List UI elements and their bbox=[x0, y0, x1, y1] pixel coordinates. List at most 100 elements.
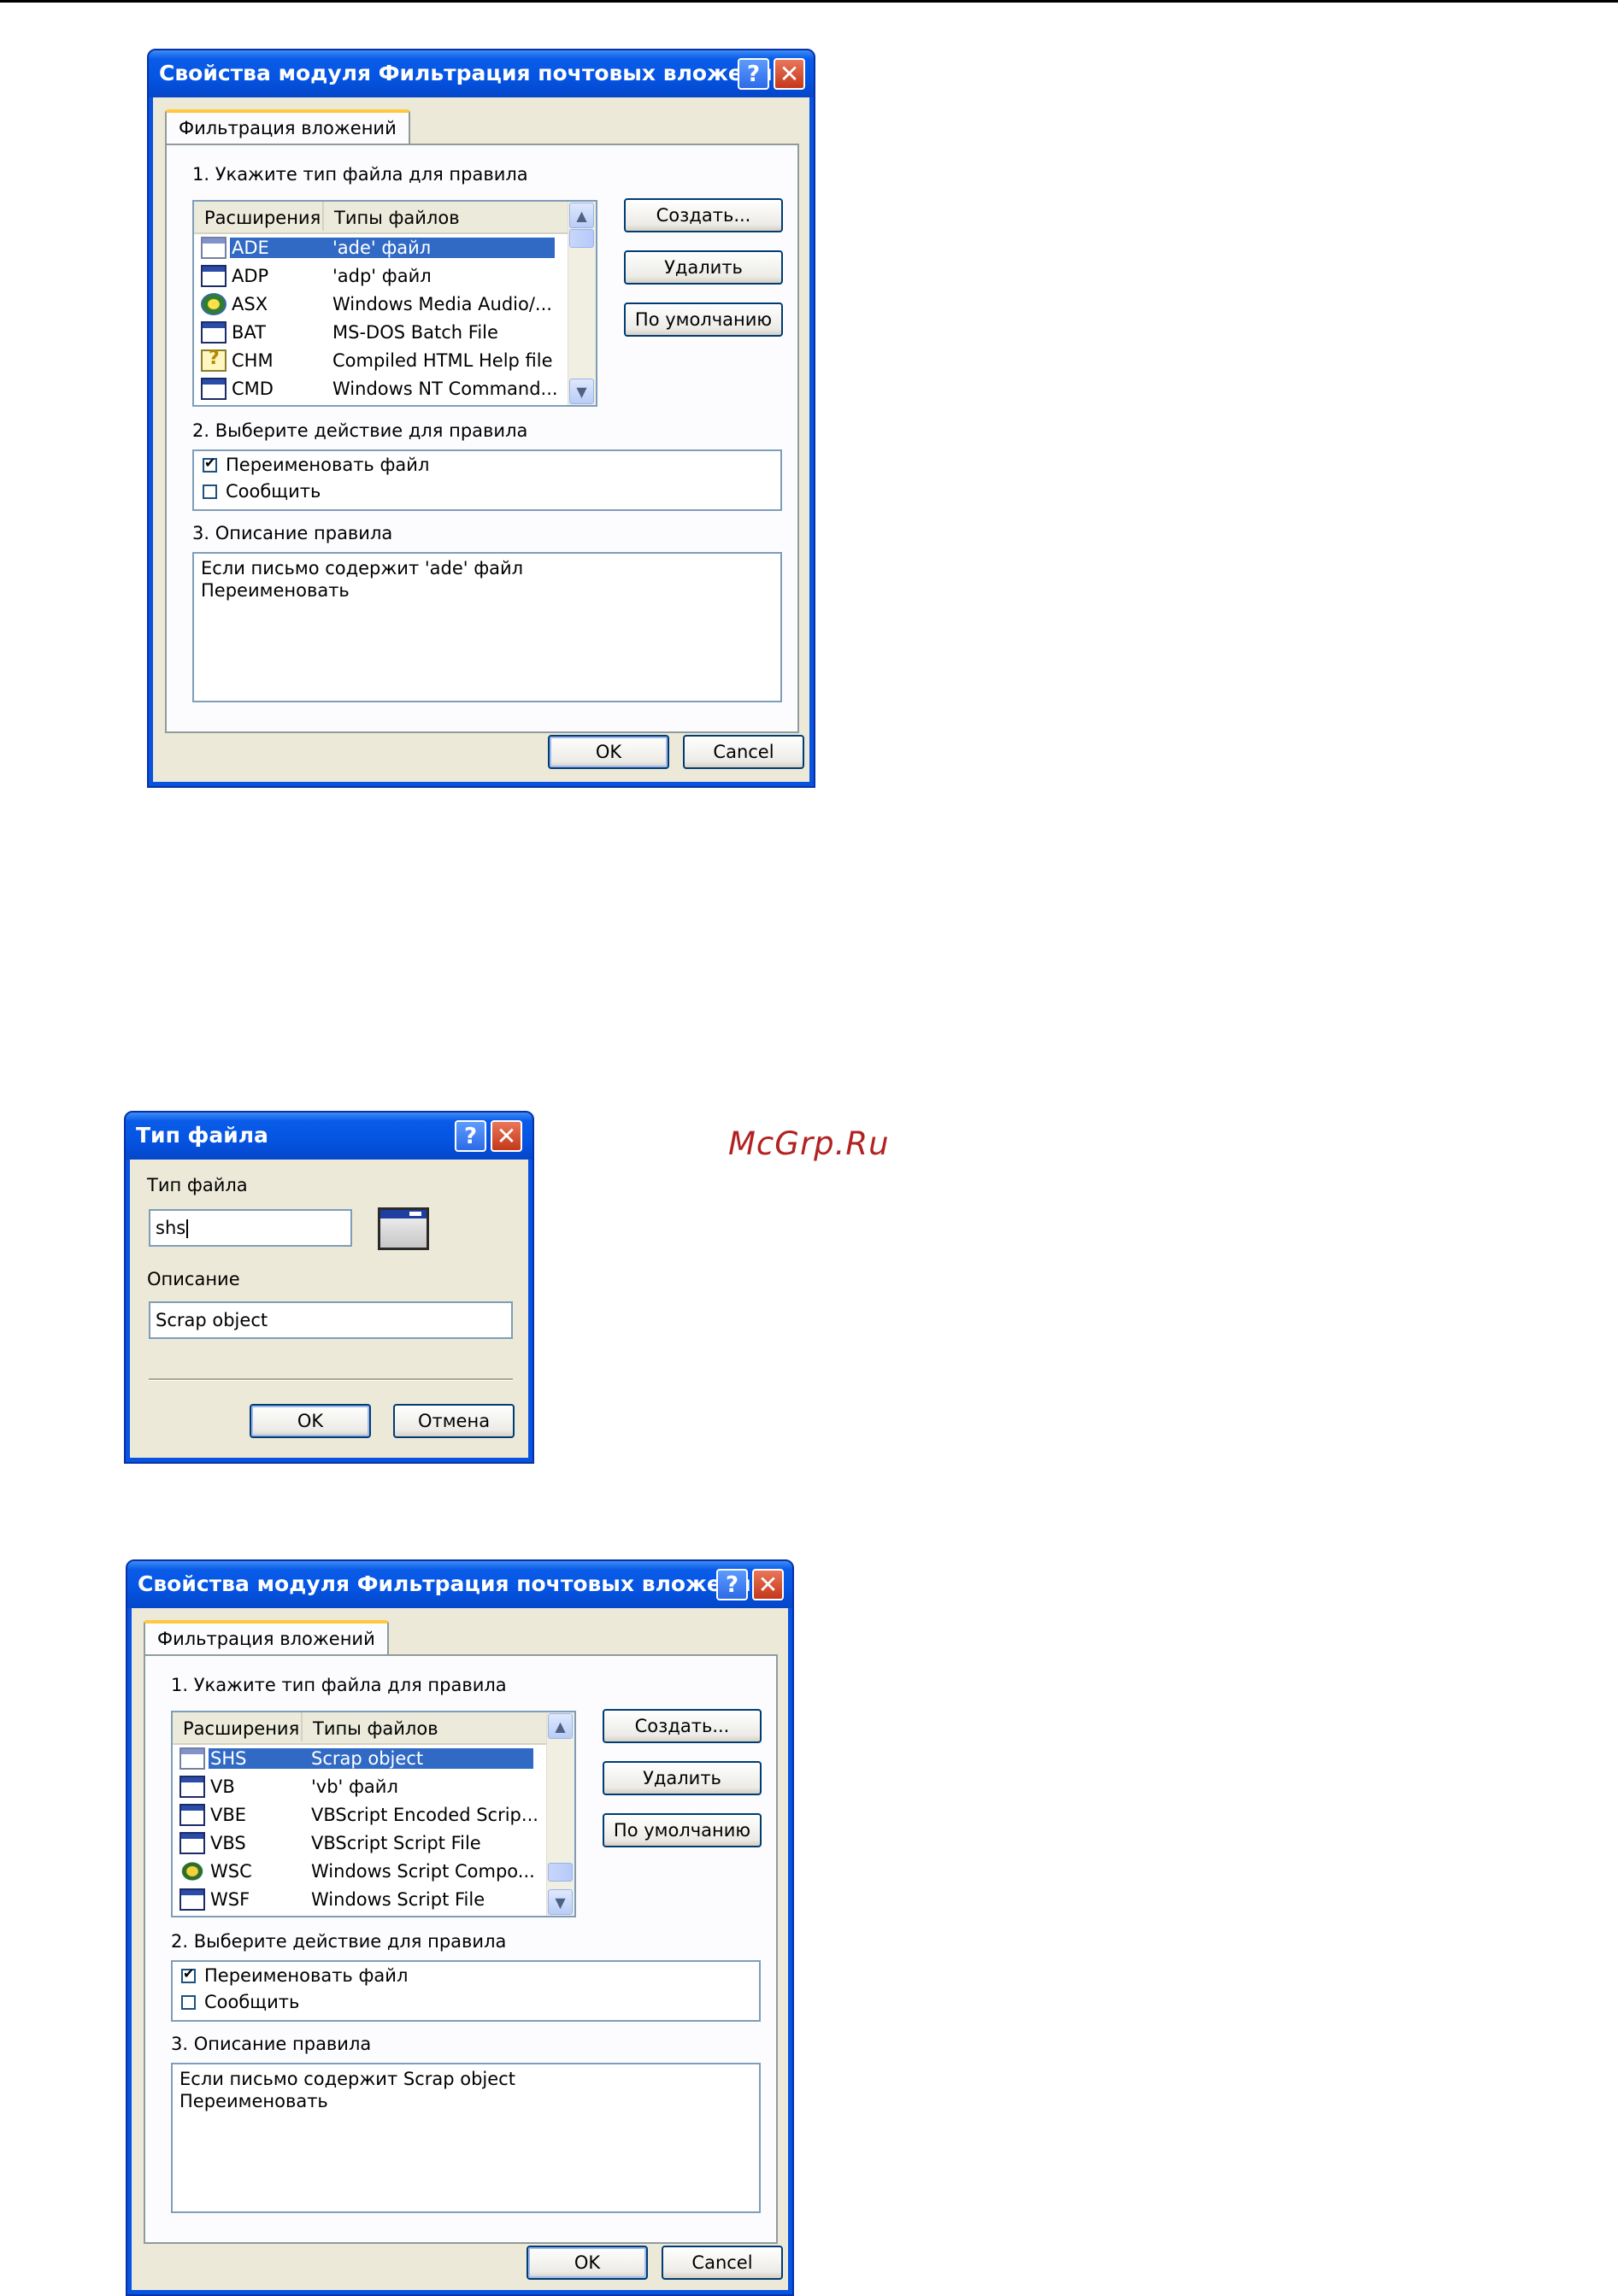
rename-file-checkbox[interactable]: Переименовать файл bbox=[203, 455, 429, 475]
description-line: Если письмо содержит 'ade' файл bbox=[201, 558, 524, 578]
dialog-body: Фильтрация вложений 1. Укажите тип файла… bbox=[132, 1608, 788, 2290]
cancel-button[interactable]: Cancel bbox=[683, 735, 804, 769]
delete-button[interactable]: Удалить bbox=[624, 250, 783, 285]
window-icon bbox=[179, 1888, 205, 1911]
ok-button[interactable]: OK bbox=[548, 735, 669, 769]
dialog-title: Свойства модуля Фильтрация почтовых влож… bbox=[138, 1571, 767, 1596]
scroll-thumb[interactable] bbox=[569, 229, 594, 248]
column-header-file-types[interactable]: Типы файлов bbox=[303, 1712, 550, 1741]
list-item[interactable]: CMD Windows NT Command... bbox=[201, 374, 558, 402]
cancel-button[interactable]: Отмена bbox=[393, 1404, 515, 1438]
title-bar[interactable]: Тип файла ? ✕ bbox=[126, 1113, 532, 1160]
checkbox-unchecked-icon bbox=[203, 484, 217, 499]
default-button[interactable]: По умолчанию bbox=[624, 302, 783, 337]
media-player-icon bbox=[201, 292, 227, 315]
window-icon bbox=[179, 1775, 205, 1798]
close-button[interactable]: ✕ bbox=[752, 1569, 784, 1600]
file-type-input[interactable]: shs bbox=[149, 1209, 352, 1247]
properties-dialog-2: Свойства модуля Фильтрация почтовых влож… bbox=[126, 1559, 794, 2296]
dialog-title: Свойства модуля Фильтрация почтовых влож… bbox=[159, 61, 788, 85]
list-item[interactable]: WSC Windows Script Compo... bbox=[179, 1857, 535, 1885]
description-input[interactable]: Scrap object bbox=[149, 1301, 513, 1339]
scroll-down-button[interactable]: ▼ bbox=[548, 1889, 573, 1915]
list-header: Расширения Типы файлов bbox=[173, 1712, 550, 1745]
window-icon bbox=[201, 377, 227, 400]
help-button[interactable]: ? bbox=[716, 1569, 748, 1600]
step3-label: 3. Описание правила bbox=[192, 523, 393, 543]
file-type-label: Тип файла bbox=[147, 1175, 248, 1195]
vertical-scrollbar[interactable]: ▲ ▼ bbox=[546, 1712, 574, 1916]
list-item[interactable]: WSF Windows Script File bbox=[179, 1885, 485, 1913]
description-line: Переименовать bbox=[179, 2091, 328, 2111]
scroll-up-button[interactable]: ▲ bbox=[548, 1713, 573, 1739]
list-item[interactable]: VBE VBScript Encoded Scrip... bbox=[179, 1800, 538, 1829]
window-icon bbox=[179, 1803, 205, 1826]
scroll-down-button[interactable]: ▼ bbox=[569, 379, 594, 404]
window-icon bbox=[179, 1831, 205, 1854]
file-type-list[interactable]: Расширения Типы файлов ADE 'ade' файл AD… bbox=[192, 200, 597, 407]
help-button[interactable]: ? bbox=[738, 58, 769, 90]
list-item[interactable]: ADE 'ade' файл bbox=[201, 233, 555, 261]
watermark: McGrp.Ru bbox=[728, 1125, 890, 1162]
page-top-rule bbox=[0, 0, 1618, 3]
column-header-file-types[interactable]: Типы файлов bbox=[324, 202, 572, 231]
dialog-body: Фильтрация вложений 1. Укажите тип файла… bbox=[153, 97, 809, 782]
close-button[interactable]: ✕ bbox=[491, 1120, 522, 1152]
title-bar[interactable]: Свойства модуля Фильтрация почтовых влож… bbox=[127, 1561, 792, 1608]
tab-page: 1. Укажите тип файла для правила Расшире… bbox=[144, 1654, 778, 2244]
file-type-list[interactable]: Расширения Типы файлов SHS Scrap object … bbox=[171, 1711, 576, 1917]
default-button[interactable]: По умолчанию bbox=[603, 1813, 762, 1847]
list-item[interactable]: CHM Compiled HTML Help file bbox=[201, 346, 553, 374]
notify-checkbox[interactable]: Сообщить bbox=[203, 481, 321, 502]
tab-attachment-filtering[interactable]: Фильтрация вложений bbox=[144, 1620, 389, 1656]
ok-button[interactable]: OK bbox=[250, 1404, 371, 1438]
checkbox-unchecked-icon bbox=[181, 1994, 196, 2010]
separator bbox=[149, 1378, 513, 1381]
script-component-icon bbox=[179, 1859, 205, 1882]
rule-description: Если письмо содержит 'ade' файл Переимен… bbox=[192, 552, 782, 702]
dialog-body: Тип файла shs Описание Scrap object OK О… bbox=[130, 1160, 528, 1458]
create-button[interactable]: Создать... bbox=[624, 198, 783, 232]
action-list: Переименовать файл Сообщить bbox=[192, 449, 782, 511]
list-item[interactable]: VBS VBScript Script File bbox=[179, 1829, 481, 1857]
file-type-icon[interactable] bbox=[378, 1207, 429, 1250]
text-caret bbox=[186, 1219, 189, 1238]
ok-button[interactable]: OK bbox=[527, 2246, 648, 2280]
file-type-dialog: Тип файла ? ✕ Тип файла shs Описание Scr… bbox=[124, 1111, 534, 1464]
list-header: Расширения Типы файлов bbox=[194, 202, 572, 234]
window-icon bbox=[201, 264, 227, 287]
delete-button[interactable]: Удалить bbox=[603, 1761, 762, 1795]
step1-label: 1. Укажите тип файла для правила bbox=[171, 1675, 507, 1695]
column-header-extensions[interactable]: Расширения bbox=[194, 202, 324, 231]
step1-label: 1. Укажите тип файла для правила bbox=[192, 164, 528, 185]
help-file-icon bbox=[201, 348, 227, 372]
rule-description: Если письмо содержит Scrap object Переим… bbox=[171, 2063, 761, 2213]
list-item[interactable]: SHS Scrap object bbox=[179, 1744, 533, 1772]
rename-file-checkbox[interactable]: Переименовать файл bbox=[181, 1965, 408, 1986]
window-icon bbox=[201, 320, 227, 344]
list-item[interactable]: ADP 'adp' файл bbox=[201, 261, 432, 290]
description-line: Если письмо содержит Scrap object bbox=[179, 2069, 515, 2089]
tab-page: 1. Укажите тип файла для правила Расшире… bbox=[165, 144, 799, 733]
create-button[interactable]: Создать... bbox=[603, 1709, 762, 1743]
scroll-thumb[interactable] bbox=[548, 1863, 573, 1882]
tab-attachment-filtering[interactable]: Фильтрация вложений bbox=[165, 109, 410, 145]
list-item[interactable]: BAT MS-DOS Batch File bbox=[201, 318, 498, 346]
scroll-up-button[interactable]: ▲ bbox=[569, 203, 594, 228]
column-header-extensions[interactable]: Расширения bbox=[173, 1712, 303, 1741]
description-label: Описание bbox=[147, 1269, 240, 1289]
vertical-scrollbar[interactable]: ▲ ▼ bbox=[568, 202, 596, 405]
notify-checkbox[interactable]: Сообщить bbox=[181, 1992, 299, 2012]
list-item[interactable]: ASX Windows Media Audio/... bbox=[201, 290, 552, 318]
close-button[interactable]: ✕ bbox=[774, 58, 805, 90]
cancel-button[interactable]: Cancel bbox=[662, 2246, 783, 2280]
step2-label: 2. Выберите действие для правила bbox=[192, 420, 528, 441]
properties-dialog-1: Свойства модуля Фильтрация почтовых влож… bbox=[147, 49, 815, 788]
description-line: Переименовать bbox=[201, 580, 350, 601]
list-item[interactable]: VB 'vb' файл bbox=[179, 1772, 398, 1800]
step2-label: 2. Выберите действие для правила bbox=[171, 1931, 507, 1952]
help-button[interactable]: ? bbox=[455, 1120, 486, 1152]
window-icon bbox=[179, 1747, 205, 1770]
action-list: Переименовать файл Сообщить bbox=[171, 1960, 761, 2022]
title-bar[interactable]: Свойства модуля Фильтрация почтовых влож… bbox=[149, 50, 814, 97]
